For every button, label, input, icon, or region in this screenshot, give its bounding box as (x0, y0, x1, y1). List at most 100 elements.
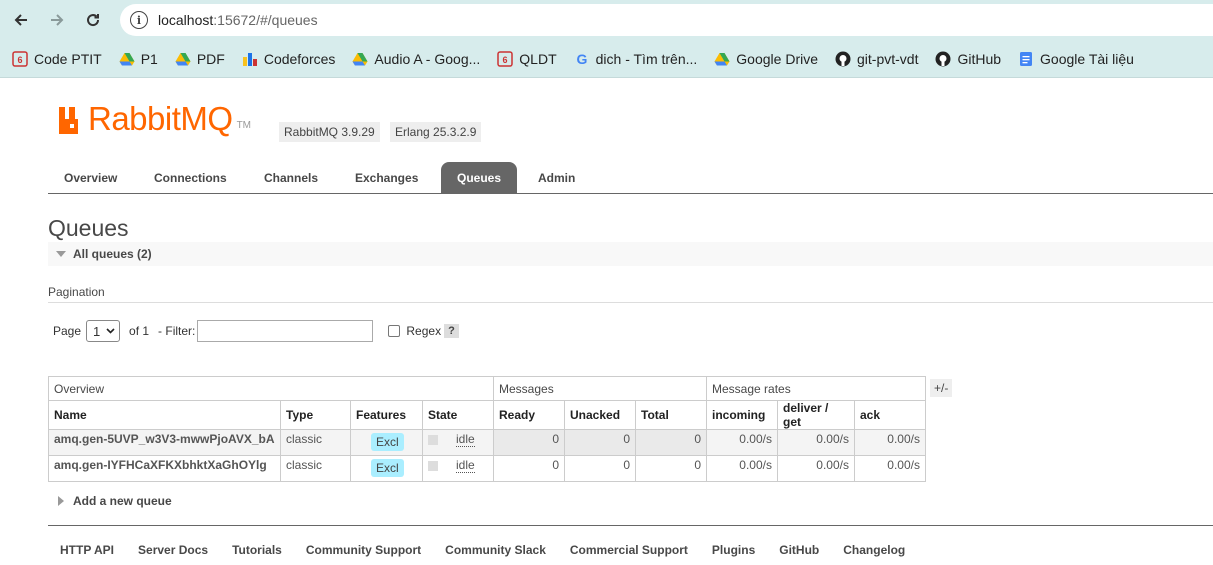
bookmark-item[interactable]: git-pvt-vdt (835, 51, 918, 67)
footer-link-server-docs[interactable]: Server Docs (138, 543, 208, 557)
regex-label: Regex (406, 324, 442, 338)
queues-table: Overview Messages Message rates Name Typ… (48, 376, 926, 482)
bookmark-item[interactable]: Codeforces (242, 51, 335, 67)
col-total[interactable]: Total (635, 400, 707, 430)
drive-icon (119, 51, 135, 67)
queue-type: classic (280, 429, 351, 456)
table-header-row: Name Type Features State Ready Unacked T… (48, 400, 926, 430)
bookmark-item[interactable]: Gdich - Tìm trên... (574, 50, 698, 67)
info-icon[interactable]: i (130, 11, 148, 29)
col-deliver-get[interactable]: deliver / get (777, 400, 855, 430)
footer-link-http-api[interactable]: HTTP API (60, 543, 114, 557)
bookmarks-bar: 6 Code PTIT P1 PDF Codeforces Audio A - Goog.… (0, 40, 1213, 78)
back-button[interactable] (8, 7, 34, 33)
bookmark-item[interactable]: 6 QLDT (497, 51, 557, 67)
group-overview: Overview (48, 376, 494, 401)
page-select[interactable]: 1 (86, 320, 121, 342)
bookmark-label: PDF (196, 50, 225, 67)
queue-type: classic (280, 455, 351, 482)
tab-connections[interactable]: Connections (138, 162, 243, 194)
url-text: localhost:15672/#/queues (158, 12, 318, 28)
pagination-controls: Page 1 of 1 - Filter: Regex ? (53, 320, 459, 342)
footer-link-changelog[interactable]: Changelog (843, 543, 905, 557)
tab-overview[interactable]: Overview (48, 162, 133, 194)
queue-total: 0 (635, 429, 707, 456)
excl-badge: Excl (371, 459, 404, 477)
reload-icon (87, 14, 100, 27)
bookmark-label: dich - Tìm trên... (595, 50, 698, 67)
bookmark-item[interactable]: GitHub (935, 51, 1001, 67)
arrow-right-icon (51, 14, 64, 26)
bookmark-item[interactable]: Google Tài liệu (1018, 51, 1134, 67)
tab-channels[interactable]: Channels (248, 162, 334, 194)
queue-name-link[interactable]: amq.gen-5UVP_w3V3-mwwPjoAVX_bA (48, 429, 281, 456)
chevron-down-icon (106, 328, 115, 334)
queue-total: 0 (635, 455, 707, 482)
svg-text:6: 6 (17, 55, 22, 65)
triangle-down-icon (56, 251, 66, 257)
drive-icon (714, 51, 730, 67)
page-title: Queues (48, 215, 129, 241)
col-unacked[interactable]: Unacked (564, 400, 636, 430)
group-message-rates: Message rates (706, 376, 926, 401)
filter-input[interactable] (197, 320, 374, 342)
bookmark-item[interactable]: Audio A - Goog... (352, 51, 480, 67)
col-features[interactable]: Features (350, 400, 423, 430)
tab-queues[interactable]: Queues (441, 162, 518, 194)
bookmark-item[interactable]: P1 (119, 51, 158, 67)
queue-name-link[interactable]: amq.gen-IYFHCaXFKXbhktXaGhOYlg (48, 455, 281, 482)
ptit-icon: 6 (12, 50, 28, 67)
bookmark-item[interactable]: Google Drive (714, 51, 818, 67)
arrow-left-icon (14, 14, 27, 26)
col-ready[interactable]: Ready (493, 400, 565, 430)
queue-deliver-get: 0.00/s (777, 429, 855, 456)
queue-deliver-get: 0.00/s (777, 455, 855, 482)
group-messages: Messages (493, 376, 707, 401)
col-type[interactable]: Type (280, 400, 351, 430)
queue-incoming: 0.00/s (706, 429, 778, 456)
github-icon (935, 51, 951, 67)
columns-toggle-button[interactable]: +/- (930, 379, 953, 397)
reload-button[interactable] (80, 7, 106, 33)
address-bar[interactable]: i localhost:15672/#/queues (120, 4, 1213, 36)
col-incoming[interactable]: incoming (706, 400, 778, 430)
col-state[interactable]: State (422, 400, 494, 430)
all-queues-toggle[interactable]: All queues (2) (48, 242, 1213, 266)
filter-label: - Filter: (158, 324, 196, 338)
tab-admin[interactable]: Admin (522, 162, 591, 194)
regex-help-button[interactable]: ? (444, 324, 459, 338)
bookmark-label: GitHub (957, 50, 1002, 67)
table-group-row: Overview Messages Message rates (48, 376, 926, 401)
page-label: Page (53, 324, 82, 338)
add-queue-toggle[interactable]: Add a new queue (58, 494, 172, 508)
queue-state: idle (456, 432, 475, 447)
footer-link-github[interactable]: GitHub (779, 543, 819, 557)
github-icon (835, 51, 851, 67)
queue-state: idle (456, 458, 475, 473)
bookmark-item[interactable]: 6 Code PTIT (12, 51, 102, 67)
queue-state-cell: idle (422, 455, 494, 482)
forward-button[interactable] (44, 7, 70, 33)
regex-checkbox[interactable] (388, 325, 401, 337)
table-row[interactable]: amq.gen-5UVP_w3V3-mwwPjoAVX_bA classic E… (48, 429, 926, 456)
logo-text: RabbitMQ (88, 100, 233, 137)
col-ack[interactable]: ack (854, 400, 926, 430)
tab-exchanges[interactable]: Exchanges (339, 162, 434, 194)
state-indicator-icon (428, 434, 438, 445)
footer-link-plugins[interactable]: Plugins (712, 543, 755, 557)
footer-link-tutorials[interactable]: Tutorials (232, 543, 282, 557)
table-row[interactable]: amq.gen-IYFHCaXFKXbhktXaGhOYlg classic E… (48, 455, 926, 482)
col-name[interactable]: Name (48, 400, 281, 430)
footer-link-community-support[interactable]: Community Support (306, 543, 421, 557)
queue-ready: 0 (493, 429, 565, 456)
queue-unacked: 0 (564, 429, 636, 456)
footer-link-community-slack[interactable]: Community Slack (445, 543, 546, 557)
footer-link-commercial-support[interactable]: Commercial Support (570, 543, 688, 557)
add-queue-label: Add a new queue (73, 494, 172, 508)
queue-features-cell: Excl (350, 429, 423, 456)
rabbitmq-logo[interactable]: RabbitMQ TM (59, 100, 251, 137)
queue-unacked: 0 (564, 455, 636, 482)
bookmark-label: git-pvt-vdt (857, 50, 919, 67)
browser-toolbar: i localhost:15672/#/queues (0, 0, 1213, 40)
bookmark-item[interactable]: PDF (175, 51, 225, 67)
